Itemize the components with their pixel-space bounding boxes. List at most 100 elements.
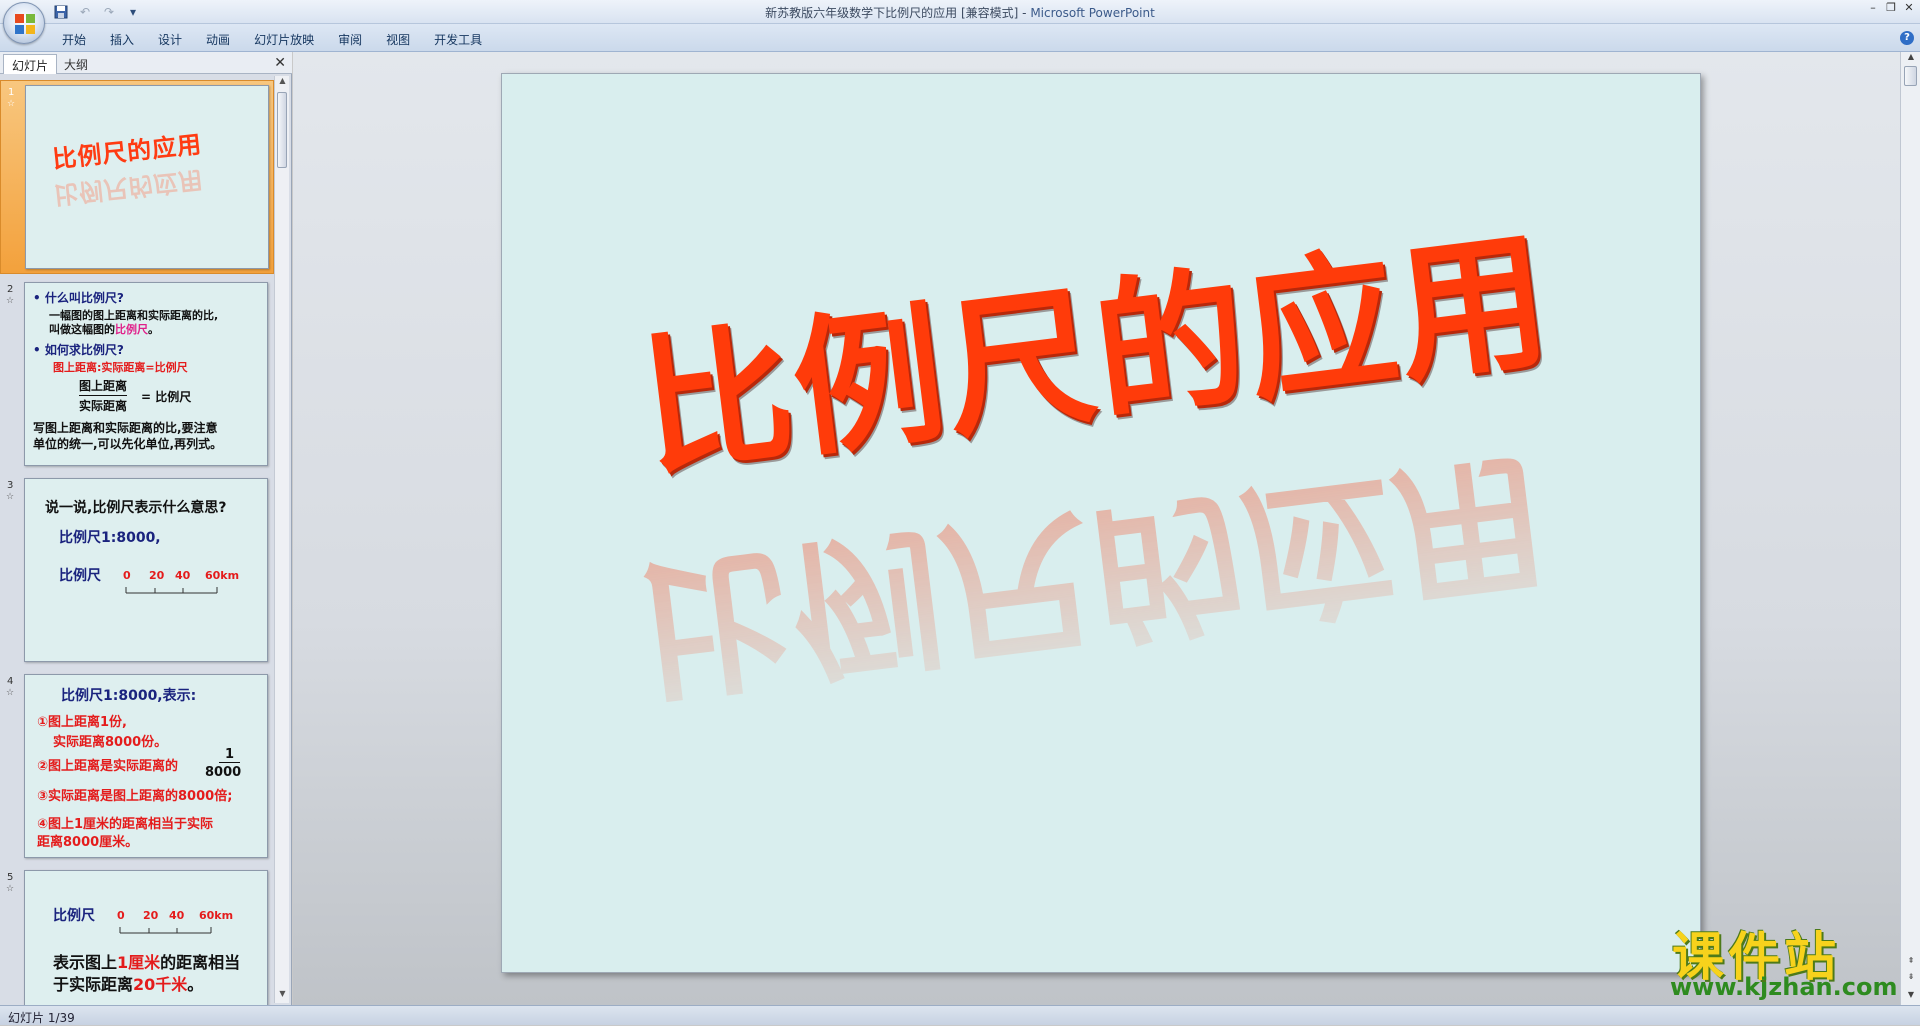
watermark-url: www.kjzhan.com	[1670, 973, 1898, 1001]
slide-thumbnail-3[interactable]: 3 ☆ 说一说,比例尺表示什么意思? 比例尺1:8000, 比例尺 0 20 4…	[0, 474, 274, 670]
scroll-up-icon[interactable]: ▲	[275, 76, 290, 90]
text-run: 。	[187, 975, 204, 994]
text-line: 叫做这幅图的比例尺。	[49, 321, 159, 337]
slide-preview: 比例尺的应用 比例尺的应用	[25, 85, 269, 269]
scrollbar-thumb[interactable]	[277, 92, 287, 168]
tick-label: 60km	[199, 909, 234, 922]
text-run: 。	[148, 323, 159, 336]
scale-bar	[125, 587, 218, 594]
text-run: 的距离相当	[160, 953, 241, 972]
fraction-numerator: 图上距离	[79, 377, 128, 396]
animation-star-icon: ☆	[6, 492, 15, 502]
text-line: 单位的统一,可以先化单位,再列式。	[33, 437, 223, 451]
ribbon: 开始 插入 设计 动画 幻灯片放映 审阅 视图 开发工具 ?	[0, 24, 1920, 52]
tab-view[interactable]: 视图	[374, 29, 422, 50]
slide-preview: 比例尺1:8000,表示: ①图上距离1份, 实际距离8000份。 ②图上距离是…	[24, 674, 268, 858]
text-run: 1厘米	[117, 953, 161, 972]
slide-number: 3	[7, 480, 14, 491]
fraction-denominator: 8000	[205, 765, 242, 780]
text-line: ④图上1厘米的距离相当于实际	[37, 817, 214, 832]
text-line: ①图上距离1份,	[37, 715, 127, 730]
animation-star-icon: ☆	[6, 296, 15, 306]
tick-label: 40	[169, 909, 185, 922]
slide-position: 幻灯片 1/39	[8, 1011, 75, 1025]
office-button[interactable]	[3, 2, 45, 44]
fraction-denominator: 实际距离	[79, 399, 128, 413]
slide-thumbnail-2[interactable]: 2 ☆ • 什么叫比例尺? 一幅图的图上距离和实际距离的比, 叫做这幅图的比例尺…	[0, 278, 274, 468]
fraction-numerator: 1	[219, 747, 241, 763]
scale-label: 比例尺	[53, 908, 95, 924]
title-bar: ↶ ↷ ▾ 新苏教版六年级数学下比例尺的应用 [兼容模式] - Microsof…	[0, 0, 1920, 24]
text-run: 比例尺	[115, 323, 148, 336]
scrollbar-thumb[interactable]	[1904, 66, 1917, 86]
tab-slideshow[interactable]: 幻灯片放映	[242, 29, 326, 50]
tick-label: 20	[149, 569, 165, 582]
slide-number: 2	[7, 284, 14, 295]
text-line: 图上距离:实际距离=比例尺	[53, 361, 188, 374]
window-controls: – ❐ ✕	[1866, 1, 1916, 15]
scale-bar	[119, 927, 212, 934]
text-line: • 如何求比例尺?	[33, 343, 124, 357]
tab-slides[interactable]: 幻灯片	[3, 54, 58, 74]
animation-star-icon: ☆	[7, 99, 16, 109]
text-line: 距离8000厘米。	[37, 835, 139, 850]
tab-developer[interactable]: 开发工具	[422, 29, 494, 50]
document-title: 新苏教版六年级数学下比例尺的应用 [兼容模式] -	[765, 6, 1031, 20]
slide-thumbnails: 1 ☆ 比例尺的应用 比例尺的应用 2 ☆ • 什么叫比例尺? 一幅图的图上距离…	[0, 76, 274, 1005]
scroll-up-icon[interactable]: ▲	[1901, 52, 1920, 61]
text-run: 20千米	[133, 975, 188, 994]
text-run: 于实际距离	[53, 975, 134, 994]
text-line: ②图上距离是实际距离的	[37, 759, 179, 774]
text-line: 比例尺1:8000,表示:	[61, 688, 197, 704]
tab-design[interactable]: 设计	[146, 29, 194, 50]
text-line: 表示图上1厘米的距离相当	[53, 949, 240, 973]
tab-insert[interactable]: 插入	[98, 29, 146, 50]
text-line: ③实际距离是图上距离的8000倍;	[37, 789, 233, 804]
close-icon[interactable]: ✕	[1902, 1, 1916, 15]
slide-preview: 说一说,比例尺表示什么意思? 比例尺1:8000, 比例尺 0 20 40 60…	[24, 478, 268, 662]
slide-thumbnail-1[interactable]: 1 ☆ 比例尺的应用 比例尺的应用	[0, 80, 274, 274]
text-line: 说一说,比例尺表示什么意思?	[45, 500, 227, 516]
animation-star-icon: ☆	[6, 884, 15, 894]
text-line: 写图上距离和实际距离的比,要注意	[33, 421, 218, 435]
pane-tabs: 幻灯片 大纲 ✕	[0, 52, 292, 74]
close-pane-icon[interactable]: ✕	[274, 55, 286, 71]
tick-label: 60km	[205, 569, 240, 582]
tab-review[interactable]: 审阅	[326, 29, 374, 50]
help-icon[interactable]: ?	[1900, 31, 1914, 45]
minimize-icon[interactable]: –	[1866, 1, 1880, 15]
tick-label: 20	[143, 909, 159, 922]
slide-thumbnail-4[interactable]: 4 ☆ 比例尺1:8000,表示: ①图上距离1份, 实际距离8000份。 ②图…	[0, 670, 274, 866]
status-bar: 幻灯片 1/39	[0, 1005, 1920, 1025]
tab-outline[interactable]: 大纲	[56, 54, 96, 74]
slide-preview: 比例尺 0 20 40 60km 表示图上1厘米的距离相当 于实际距离20千米。	[24, 870, 268, 1005]
text-run: 表示图上	[53, 953, 118, 972]
text-line: = 比例尺	[141, 390, 192, 404]
tab-home[interactable]: 开始	[50, 29, 98, 50]
scale-label: 比例尺	[59, 568, 101, 584]
app-name: Microsoft PowerPoint	[1030, 6, 1155, 20]
thumbnail-scrollbar[interactable]: ▲ ▼	[274, 76, 289, 1003]
text-line: 于实际距离20千米。	[53, 971, 203, 995]
slide-number: 4	[7, 676, 14, 687]
tab-animations[interactable]: 动画	[194, 29, 242, 50]
animation-star-icon: ☆	[6, 688, 15, 698]
editor-scrollbar[interactable]: ▲ ⇞ ⇟ ▼	[1900, 52, 1920, 1005]
ribbon-tabs: 开始 插入 设计 动画 幻灯片放映 审阅 视图 开发工具	[50, 29, 494, 50]
text-line: 实际距离8000份。	[53, 735, 168, 750]
slide-preview: • 什么叫比例尺? 一幅图的图上距离和实际距离的比, 叫做这幅图的比例尺。 • …	[24, 282, 268, 466]
tick-label: 0	[123, 569, 131, 582]
slides-pane: 幻灯片 大纲 ✕ 1 ☆ 比例尺的应用 比例尺的应用 2 ☆ • 什么叫比例尺?…	[0, 52, 292, 1005]
restore-icon[interactable]: ❐	[1884, 1, 1898, 15]
slide-number: 5	[7, 872, 14, 883]
watermark: 课件站 www.kjzhan.com	[1662, 915, 1912, 1005]
current-slide[interactable]: 比例尺的应用 比例尺的应用	[501, 73, 1701, 973]
office-logo-icon	[15, 14, 35, 34]
text-line: • 什么叫比例尺?	[33, 291, 124, 305]
slide-thumbnail-5[interactable]: 5 ☆ 比例尺 0 20 40 60km 表示图上1厘米的距离相当 于实际距离2…	[0, 866, 274, 1005]
text-run: 叫做这幅图的	[49, 323, 115, 336]
slide-number: 1	[8, 87, 15, 98]
scroll-down-icon[interactable]: ▼	[275, 989, 290, 1003]
tick-label: 40	[175, 569, 191, 582]
tick-label: 0	[117, 909, 125, 922]
